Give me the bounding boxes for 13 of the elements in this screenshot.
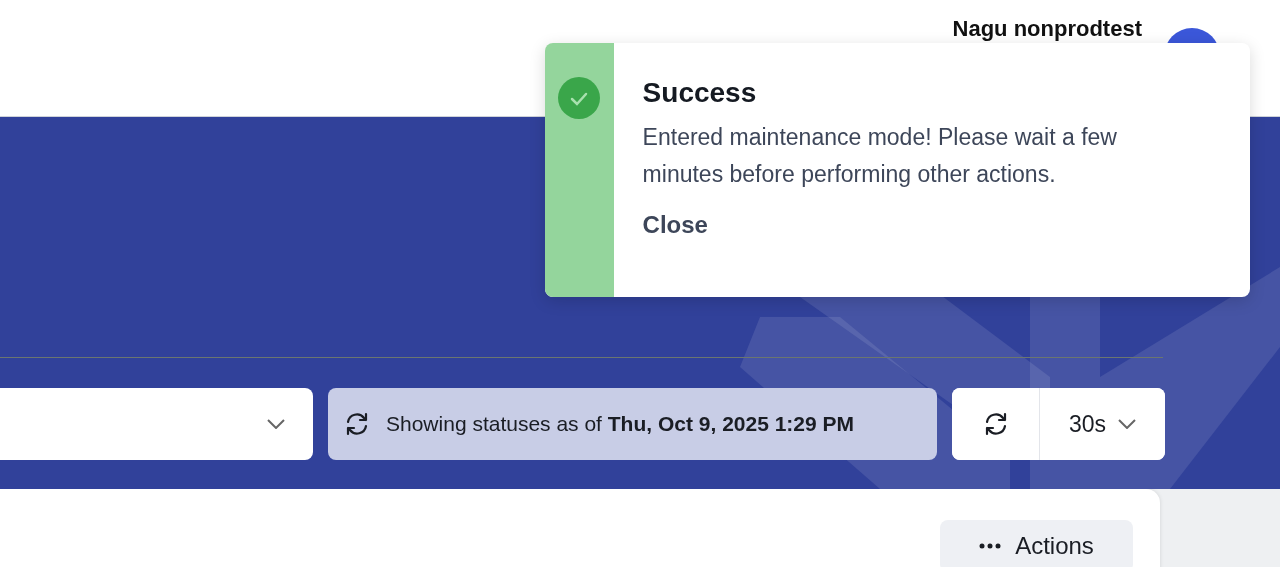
dropdown-field[interactable]	[0, 388, 313, 460]
toast-message: Entered maintenance mode! Please wait a few minutes before performing other actions.	[642, 123, 1118, 189]
check-circle-icon	[558, 77, 601, 119]
chevron-down-icon	[1118, 419, 1137, 429]
more-icon	[979, 543, 1002, 549]
user-name: Nagu nonprodtest	[952, 16, 1142, 42]
actions-button[interactable]: Actions	[940, 520, 1133, 567]
status-text: Showing statuses as of Thu, Oct 9, 2025 1:29 PM	[386, 412, 855, 436]
close-button[interactable]: Close	[642, 211, 708, 239]
refresh-icon	[344, 412, 370, 436]
refresh-button[interactable]	[952, 388, 1040, 460]
chevron-down-icon	[267, 419, 285, 429]
toast-title: Success	[642, 77, 757, 109]
